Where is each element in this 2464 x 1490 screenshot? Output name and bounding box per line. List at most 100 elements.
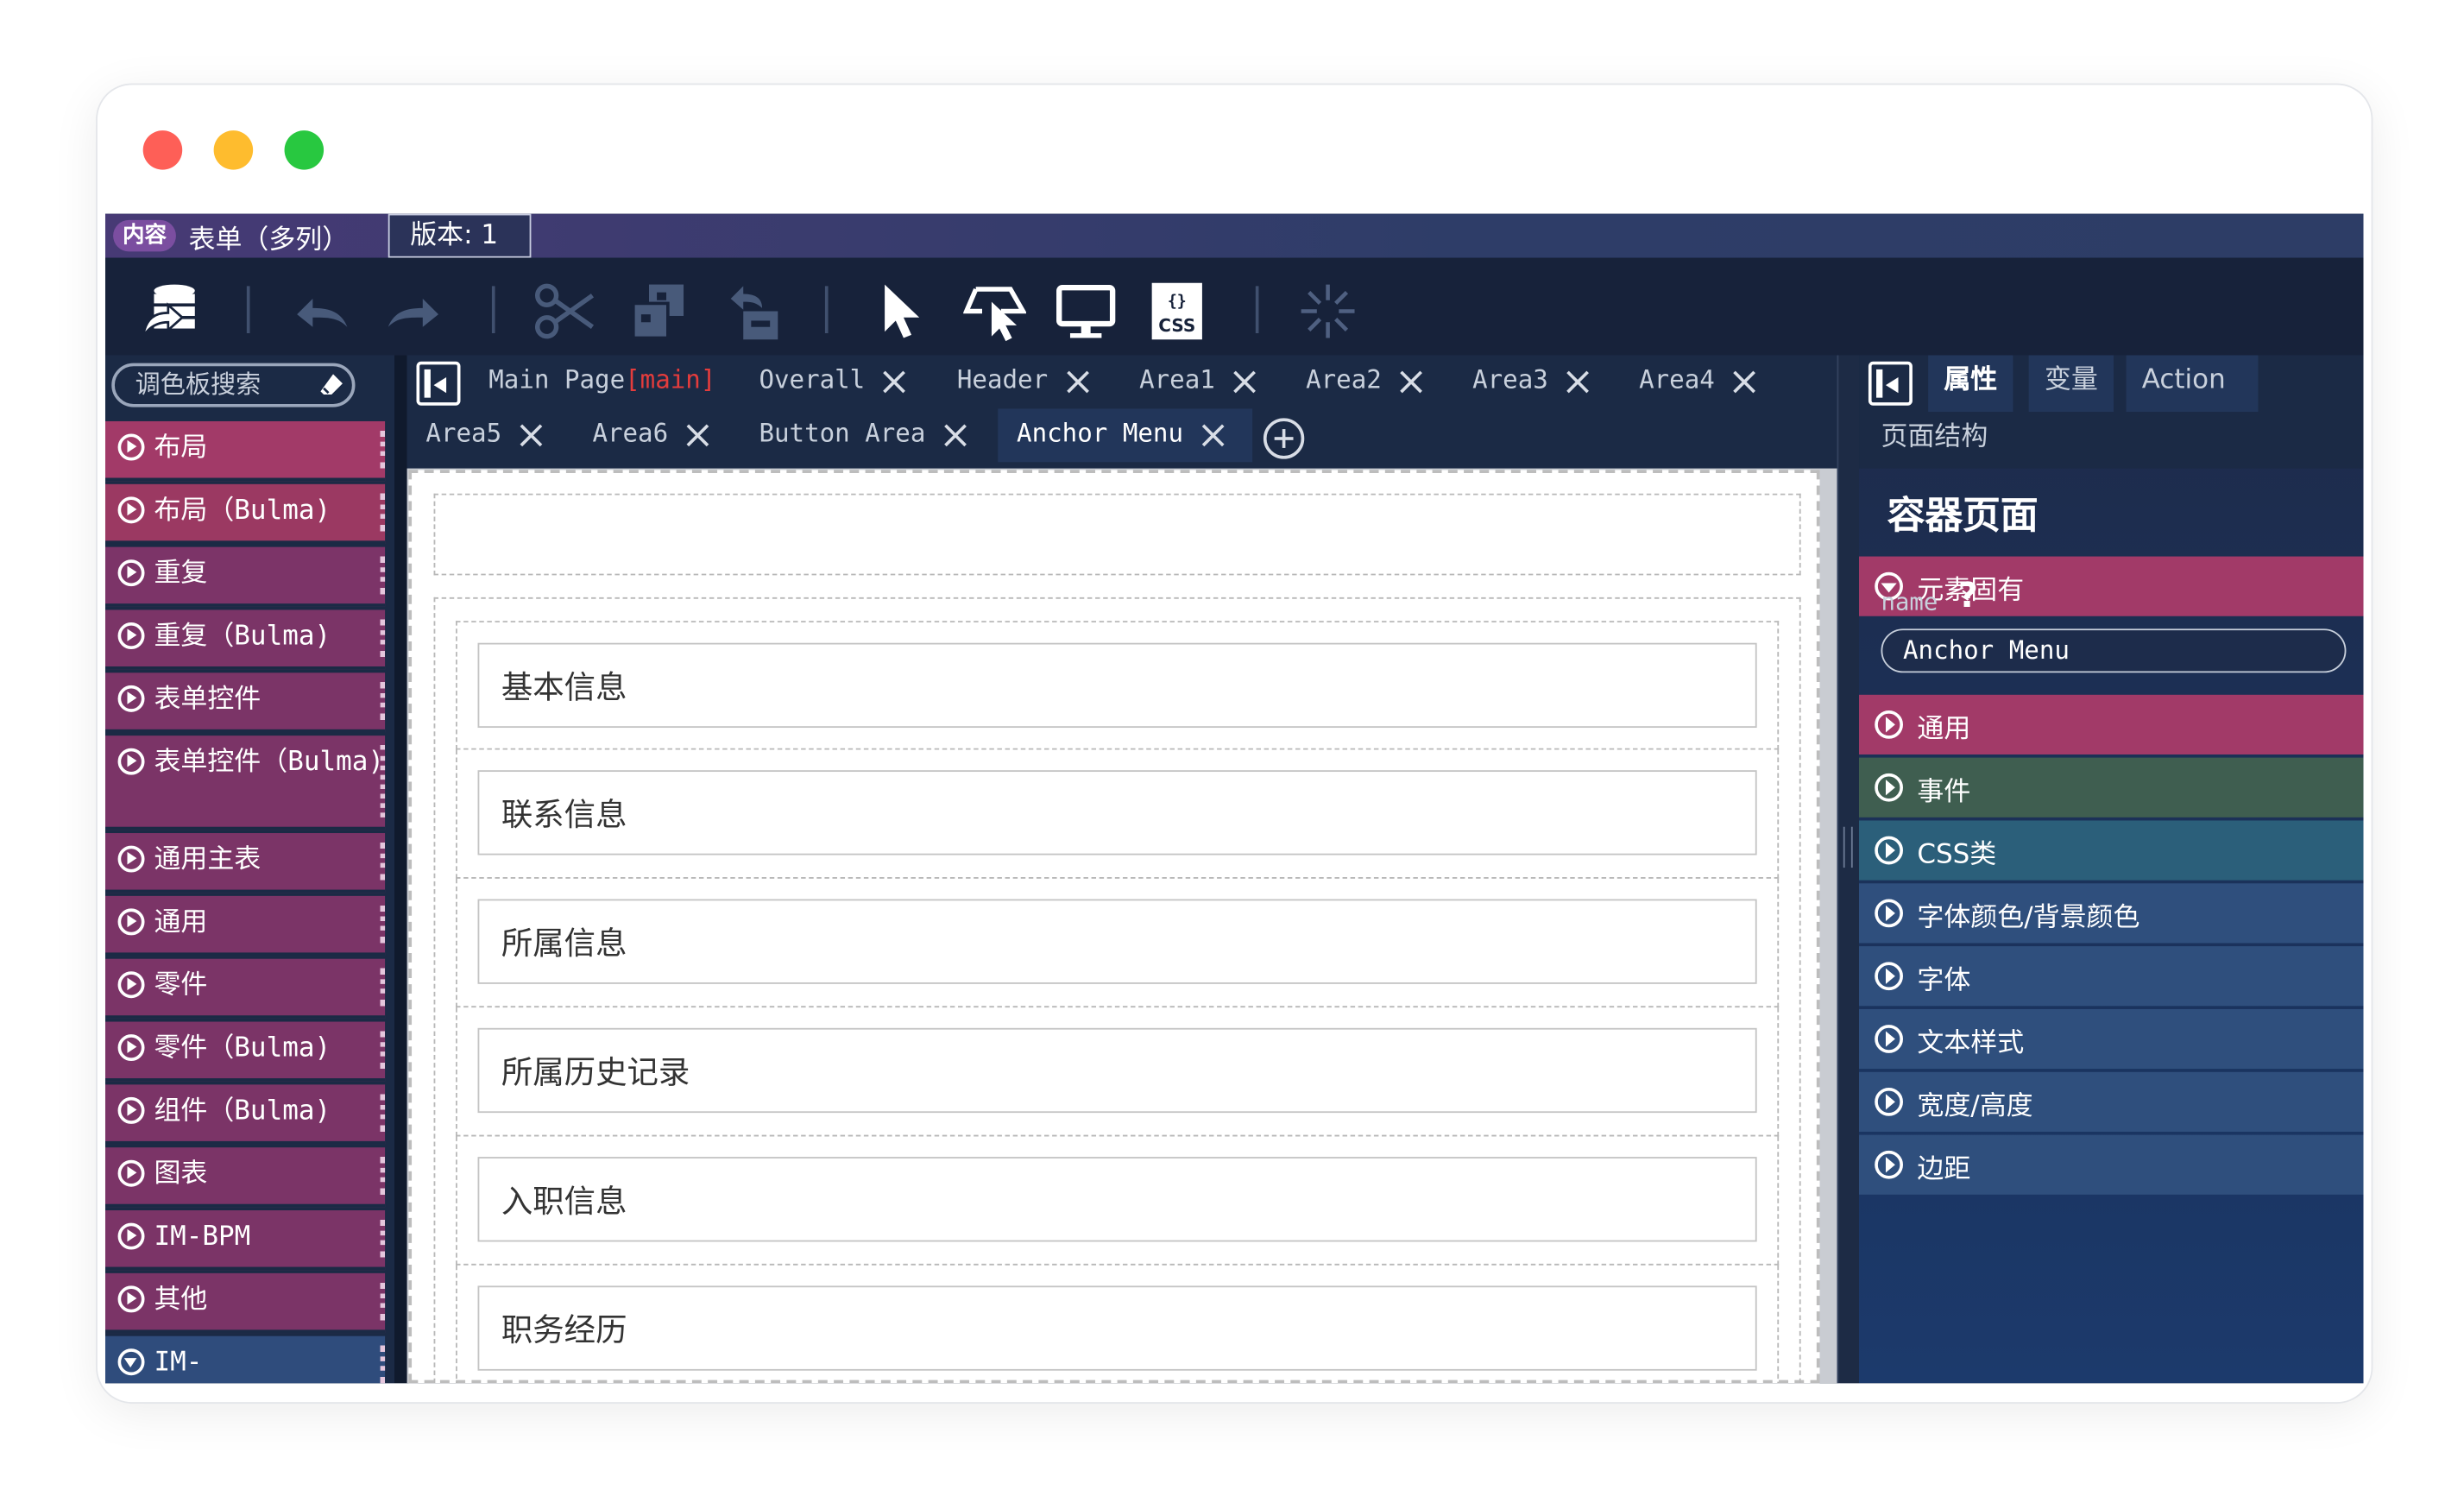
form-section[interactable]: 所属信息 [456,878,1780,1008]
undo-icon[interactable] [291,280,354,343]
drag-grip-icon[interactable] [380,968,386,1007]
close-window-button[interactable] [142,130,183,170]
palette-item[interactable]: 重复（Bulma) [104,609,386,670]
paste-icon[interactable] [722,280,785,343]
section-title[interactable]: 联系信息 [477,770,1757,855]
section-title[interactable]: 所属信息 [477,899,1757,984]
property-section[interactable]: 通用 [1859,694,2364,754]
palette-search-input[interactable]: 调色板搜索 [111,363,356,407]
close-tab-icon[interactable] [1233,371,1255,393]
drag-grip-icon[interactable] [380,1031,386,1070]
panel-divider[interactable] [394,355,407,1384]
palette-item[interactable]: 零件（Bulma) [104,1021,386,1082]
close-tab-icon[interactable] [884,371,905,393]
tab-properties[interactable]: 属性 [1928,355,2013,413]
tab-overall[interactable]: Overall [759,356,865,409]
property-section[interactable]: CSS类 [1859,820,2364,881]
property-section[interactable]: 边距 [1859,1134,2364,1195]
name-input[interactable]: Anchor Menu [1881,628,2347,673]
palette-item[interactable]: 重复 [104,546,386,607]
maximize-window-button[interactable] [284,130,325,170]
property-section[interactable]: 宽度/高度 [1859,1071,2364,1132]
close-tab-icon[interactable] [1733,371,1755,393]
drag-grip-icon[interactable] [380,842,386,881]
close-tab-icon[interactable] [687,425,709,446]
collapse-left-icon[interactable] [416,361,461,406]
close-tab-icon[interactable] [1201,425,1223,446]
tab-area1[interactable]: Area1 [1139,356,1215,409]
tab-area6[interactable]: Area6 [592,408,668,462]
sections-container[interactable]: 基本信息联系信息所属信息所属历史记录 入职信息职务经历 [433,597,1801,1384]
collapse-right-icon[interactable] [1868,361,1913,406]
tab-variables[interactable]: 变量 [2028,355,2114,413]
tab-anchor-menu[interactable]: Anchor Menu [998,408,1253,463]
preview-monitor-icon[interactable] [1055,280,1118,343]
select-pointer-icon[interactable] [869,280,932,343]
redo-icon[interactable] [381,280,444,343]
palette-item[interactable]: 布局（Bulma) [104,483,386,544]
close-tab-icon[interactable] [1067,371,1088,393]
property-section[interactable]: 字体颜色/背景颜色 [1859,883,2364,944]
drag-grip-icon[interactable] [380,1219,386,1258]
tab-area4[interactable]: Area4 [1639,356,1715,409]
close-tab-icon[interactable] [1400,371,1421,393]
palette-item[interactable]: 通用 [104,895,386,957]
palette-item[interactable]: 表单控件 [104,672,386,733]
section-title[interactable]: 所属历史记录 [477,1027,1757,1114]
form-section[interactable]: 职务经历 [456,1265,1780,1384]
eraser-icon[interactable] [319,373,344,398]
drag-grip-icon[interactable] [380,1345,386,1384]
close-tab-icon[interactable] [1566,371,1588,393]
tab-area2[interactable]: Area2 [1306,356,1382,409]
palette-item[interactable]: IM- [104,1335,386,1384]
form-section[interactable]: 联系信息 [456,749,1780,879]
section-title[interactable]: 入职信息 [477,1157,1757,1242]
help-icon[interactable]: ? [1958,577,1978,616]
palette-item[interactable]: 组件（Bulma) [104,1084,386,1145]
cut-icon[interactable] [533,280,596,343]
palette-item[interactable]: IM-BPM [104,1210,386,1271]
drag-grip-icon[interactable] [380,745,386,818]
select-parent-icon[interactable] [963,280,1026,343]
drag-grip-icon[interactable] [380,1094,386,1132]
form-section[interactable]: 基本信息 [456,621,1780,750]
section-title[interactable]: 基本信息 [477,642,1757,729]
version-indicator[interactable]: 版本: 1 [388,213,532,258]
form-section[interactable]: 所属历史记录 [456,1007,1780,1137]
drag-grip-icon[interactable] [380,493,386,532]
drag-grip-icon[interactable] [380,1157,386,1195]
tab-area5[interactable]: Area5 [425,408,501,462]
css-file-icon[interactable]: {} CSS [1145,280,1208,343]
palette-item[interactable]: 表单控件（Bulma) [104,736,386,830]
tab-page-structure[interactable]: 页面结构 [1865,412,2003,469]
tab-area3[interactable]: Area3 [1472,356,1548,409]
drag-grip-icon[interactable] [380,556,386,595]
copy-icon[interactable] [627,280,690,343]
empty-container[interactable] [433,493,1801,576]
palette-item[interactable]: 零件 [104,958,386,1019]
property-section[interactable]: 文本样式 [1859,1008,2364,1070]
minimize-window-button[interactable] [213,130,254,170]
database-export-icon[interactable] [140,280,203,343]
tab-action[interactable]: Action [2126,355,2259,413]
drag-grip-icon[interactable] [380,430,386,469]
close-tab-icon[interactable] [520,425,542,446]
form-section[interactable]: 入职信息 [456,1136,1780,1266]
tab-header[interactable]: Header [957,356,1048,409]
property-section[interactable]: 字体 [1859,946,2364,1007]
drag-grip-icon[interactable] [380,682,386,720]
close-tab-icon[interactable] [944,425,966,446]
drag-grip-icon[interactable] [380,1282,386,1321]
palette-item[interactable]: 图表 [104,1147,386,1208]
palette-item[interactable]: 通用主表 [104,833,386,893]
property-section[interactable]: 事件 [1859,757,2364,818]
drag-grip-icon[interactable] [380,905,386,944]
tab-main-page[interactable]: Main Page[main] [488,356,715,409]
section-title[interactable]: 职务经历 [477,1285,1757,1371]
splitter-handle[interactable] [1837,355,1860,1384]
add-tab-icon[interactable] [1263,418,1305,459]
palette-item[interactable]: 布局 [104,420,386,482]
design-canvas[interactable]: 基本信息联系信息所属信息所属历史记录 入职信息职务经历 [408,470,1820,1384]
drag-grip-icon[interactable] [380,619,386,658]
palette-item[interactable]: 其他 [104,1272,386,1334]
